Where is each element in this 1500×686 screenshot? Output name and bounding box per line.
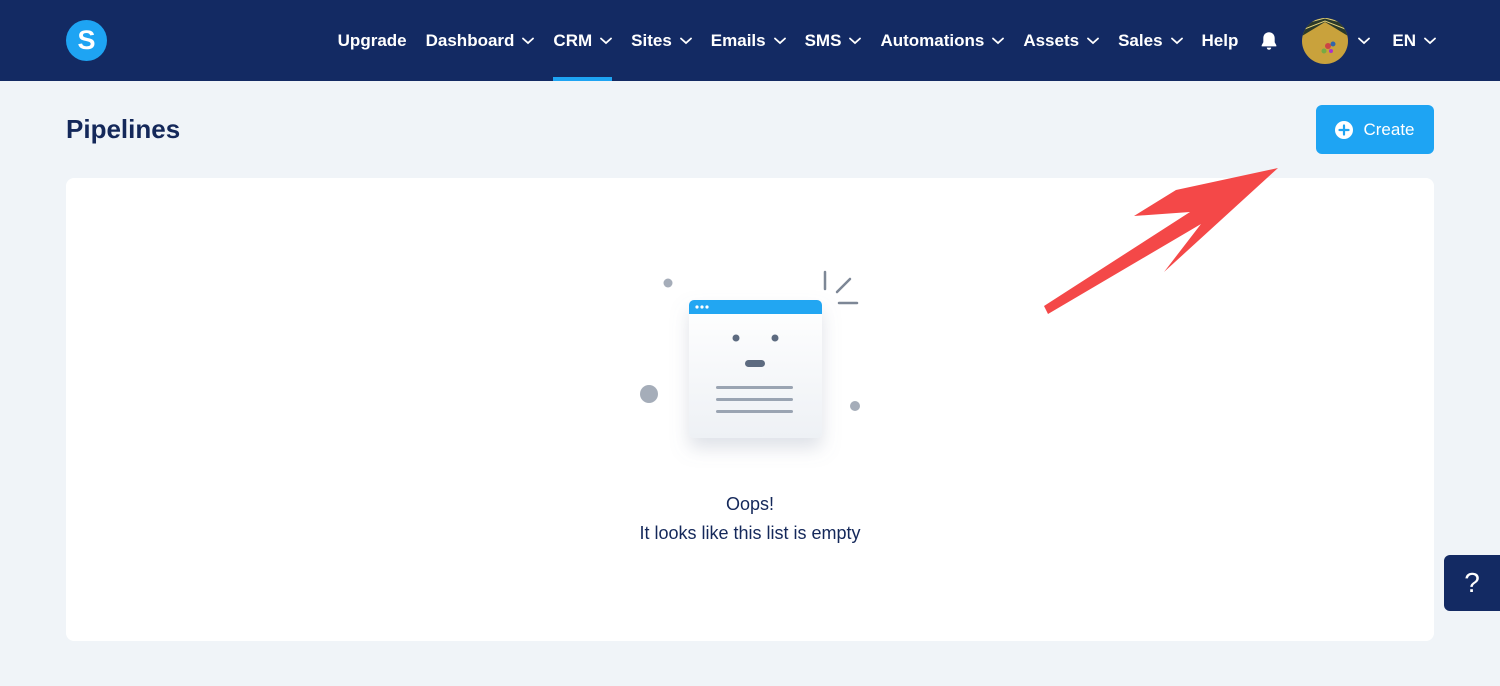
chevron-down-icon [992,37,1005,44]
avatar-image [1302,17,1349,64]
chevron-down-icon [600,37,613,44]
app-logo[interactable]: S [66,20,107,61]
nav-emails[interactable]: Emails [711,0,786,81]
chevron-down-icon [679,37,692,44]
language-selector[interactable]: EN [1392,0,1436,81]
chevron-down-icon [1358,37,1371,44]
page-title: Pipelines [66,114,181,144]
nav-sales[interactable]: Sales [1118,0,1183,81]
chevron-down-icon [522,37,535,44]
chevron-down-icon [773,37,786,44]
nav-help[interactable]: Help [1202,0,1239,81]
nav-sites-label: Sites [631,30,672,50]
nav-crm[interactable]: CRM [553,0,613,81]
pipelines-card: Oops! It looks like this list is empty [66,178,1434,641]
nav-sites[interactable]: Sites [631,0,692,81]
nav-automations[interactable]: Automations [880,0,1005,81]
plus-circle-icon [1335,120,1354,139]
help-widget-button[interactable]: ? [1444,555,1500,611]
nav-help-label: Help [1201,30,1239,50]
help-widget-label: ? [1464,567,1480,598]
empty-list-illustration [640,270,860,438]
nav-assets[interactable]: Assets [1023,0,1099,81]
nav-dashboard[interactable]: Dashboard [426,0,535,81]
chevron-down-icon [1087,37,1099,44]
empty-state-subtitle: It looks like this list is empty [639,523,861,543]
empty-state-title: Oops! [725,494,775,514]
nav-sms-label: SMS [804,30,842,50]
chevron-down-icon [849,37,862,44]
bell-icon[interactable] [1258,30,1280,52]
nav-upgrade-label: Upgrade [337,30,407,50]
nav-crm-label: CRM [553,30,593,50]
language-label: EN [1392,30,1416,50]
nav-assets-label: Assets [1023,30,1080,50]
nav-dashboard-label: Dashboard [425,30,515,50]
chevron-down-icon [1170,37,1183,44]
create-button[interactable]: Create [1316,105,1434,154]
create-button-label: Create [1363,119,1415,139]
nav-emails-label: Emails [710,30,766,50]
main-nav: Upgrade Dashboard CRM Sites Emails SMS A… [319,0,1436,81]
nav-upgrade[interactable]: Upgrade [338,0,407,81]
user-menu[interactable] [1280,17,1371,64]
top-navigation-bar: S Upgrade Dashboard CRM Sites Emails SMS… [0,0,1500,81]
user-avatar[interactable] [1302,17,1349,64]
nav-automations-label: Automations [880,30,985,50]
nav-sms[interactable]: SMS [805,0,862,81]
nav-sales-label: Sales [1118,30,1163,50]
chevron-down-icon [1424,37,1436,44]
